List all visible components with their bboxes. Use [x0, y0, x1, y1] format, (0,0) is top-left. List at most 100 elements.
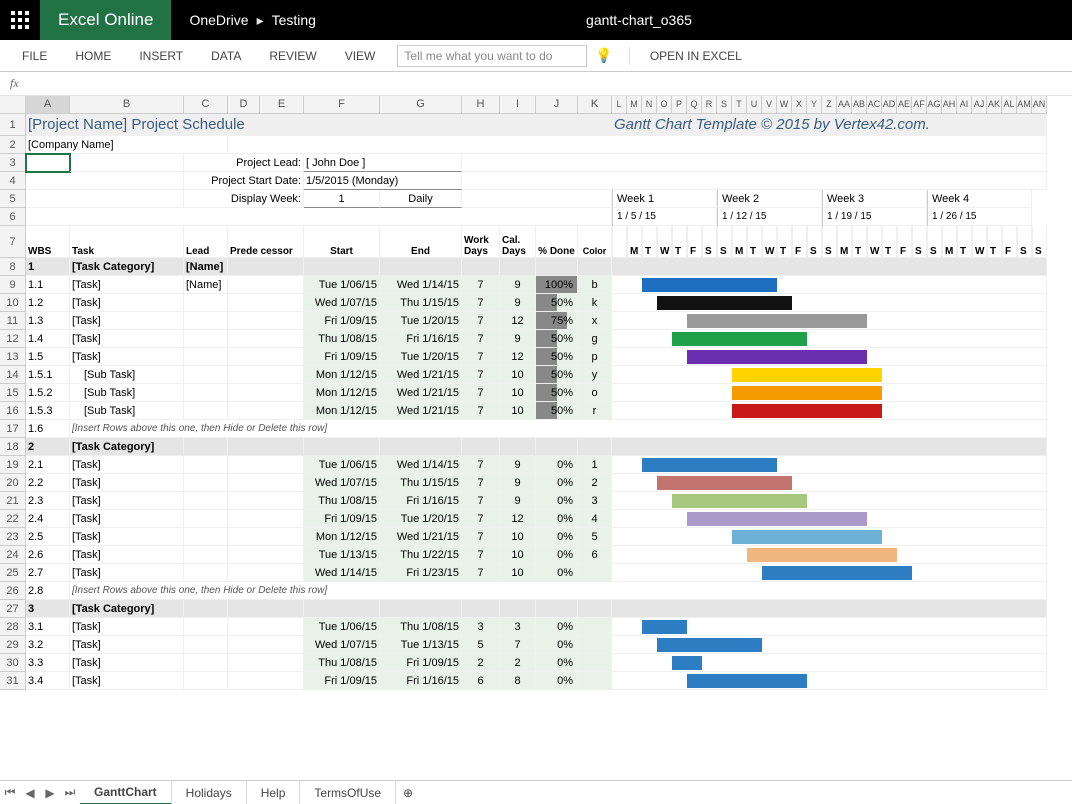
col-header-S[interactable]: S: [717, 96, 732, 114]
pct-done[interactable]: 50%: [536, 348, 578, 366]
col-header-AM[interactable]: AM: [1017, 96, 1032, 114]
pct-done[interactable]: 0%: [536, 528, 578, 546]
hdr-start[interactable]: Start: [304, 226, 380, 258]
col-header-Z[interactable]: Z: [822, 96, 837, 114]
hdr-color[interactable]: Color: [578, 226, 612, 258]
col-header-H[interactable]: H: [462, 96, 500, 114]
task-name[interactable]: [Sub Task]: [70, 402, 184, 420]
pct-done[interactable]: 0%: [536, 564, 578, 582]
col-header-AE[interactable]: AE: [897, 96, 912, 114]
ribbon-tab-review[interactable]: REVIEW: [255, 40, 330, 72]
sheet-nav-prev[interactable]: ◀: [20, 786, 40, 800]
col-header-A[interactable]: A: [26, 96, 70, 114]
pct-done[interactable]: 50%: [536, 402, 578, 420]
pct-done[interactable]: 0%: [536, 510, 578, 528]
week-date-4[interactable]: 1 / 26 / 15: [927, 208, 1032, 226]
row-header-12[interactable]: 12: [0, 330, 26, 348]
week-date-1[interactable]: 1 / 5 / 15: [612, 208, 717, 226]
col-header-AK[interactable]: AK: [987, 96, 1002, 114]
col-header-T[interactable]: T: [732, 96, 747, 114]
row-header-16[interactable]: 16: [0, 402, 26, 420]
col-header-AI[interactable]: AI: [957, 96, 972, 114]
hdr-wbs[interactable]: WBS: [26, 226, 70, 258]
ribbon-tab-view[interactable]: VIEW: [331, 40, 390, 72]
pct-done[interactable]: 0%: [536, 618, 578, 636]
file-name[interactable]: gantt-chart_o365: [316, 12, 962, 28]
template-copyright[interactable]: Gantt Chart Template © 2015 by Vertex42.…: [612, 114, 1047, 136]
row-header-21[interactable]: 21: [0, 492, 26, 510]
sheet-nav-next[interactable]: ▶: [40, 786, 60, 800]
row-header-2[interactable]: 2: [0, 136, 26, 154]
cell-area[interactable]: [Project Name] Project ScheduleGantt Cha…: [26, 114, 1047, 690]
company-name[interactable]: [Company Name]: [26, 136, 228, 154]
task-name[interactable]: [Task]: [70, 546, 184, 564]
col-header-U[interactable]: U: [747, 96, 762, 114]
value-display-mode[interactable]: Daily: [380, 190, 462, 208]
col-header-K[interactable]: K: [578, 96, 612, 114]
ribbon-tab-file[interactable]: FILE: [8, 40, 61, 72]
breadcrumb-folder[interactable]: Testing: [272, 12, 316, 28]
insert-row-note[interactable]: [Insert Rows above this one, then Hide o…: [70, 420, 1047, 438]
row-header-9[interactable]: 9: [0, 276, 26, 294]
row-header-27[interactable]: 27: [0, 600, 26, 618]
hdr-task[interactable]: Task: [70, 226, 184, 258]
row-header-26[interactable]: 26: [0, 582, 26, 600]
task-name[interactable]: [Task]: [70, 276, 184, 294]
pct-done[interactable]: 50%: [536, 366, 578, 384]
task-name[interactable]: [Task]: [70, 654, 184, 672]
pct-done[interactable]: 0%: [536, 474, 578, 492]
pct-done[interactable]: [536, 258, 578, 276]
col-header-AF[interactable]: AF: [912, 96, 927, 114]
row-header-8[interactable]: 8: [0, 258, 26, 276]
week-date-3[interactable]: 1 / 19 / 15: [822, 208, 927, 226]
pct-done[interactable]: 50%: [536, 384, 578, 402]
col-header-AG[interactable]: AG: [927, 96, 942, 114]
insert-row-note[interactable]: [Insert Rows above this one, then Hide o…: [70, 582, 1047, 600]
task-name[interactable]: [Task]: [70, 294, 184, 312]
row-header-23[interactable]: 23: [0, 528, 26, 546]
col-header-R[interactable]: R: [702, 96, 717, 114]
label-start-date[interactable]: Project Start Date:: [184, 172, 304, 190]
row-header-15[interactable]: 15: [0, 384, 26, 402]
col-header-Y[interactable]: Y: [807, 96, 822, 114]
row-header-22[interactable]: 22: [0, 510, 26, 528]
col-header-AC[interactable]: AC: [867, 96, 882, 114]
hdr-predecessor[interactable]: Prede cessor: [228, 226, 304, 258]
hdr-lead[interactable]: Lead: [184, 226, 228, 258]
value-project-lead[interactable]: [ John Doe ]: [304, 154, 462, 172]
task-name[interactable]: [Task Category]: [70, 258, 184, 276]
col-header-M[interactable]: M: [627, 96, 642, 114]
pct-done[interactable]: 0%: [536, 456, 578, 474]
value-start-date[interactable]: 1/5/2015 (Monday): [304, 172, 462, 190]
row-header-17[interactable]: 17: [0, 420, 26, 438]
col-header-V[interactable]: V: [762, 96, 777, 114]
row-header-5[interactable]: 5: [0, 190, 26, 208]
row-header-28[interactable]: 28: [0, 618, 26, 636]
sheet-tab-ganttchart[interactable]: GanttChart: [80, 781, 172, 804]
week-label-4[interactable]: Week 4: [927, 190, 1032, 208]
lightbulb-icon[interactable]: 💡: [595, 47, 612, 64]
row-header-4[interactable]: 4: [0, 172, 26, 190]
col-header-B[interactable]: B: [70, 96, 184, 114]
task-name[interactable]: [Task Category]: [70, 600, 184, 618]
hdr-cal-days[interactable]: Cal. Days: [500, 226, 536, 258]
pct-done[interactable]: 50%: [536, 330, 578, 348]
task-name[interactable]: [Task]: [70, 474, 184, 492]
project-title[interactable]: [Project Name] Project Schedule: [26, 114, 612, 136]
add-sheet-button[interactable]: ⊕: [396, 786, 420, 800]
pct-done[interactable]: [536, 438, 578, 456]
tell-me-search[interactable]: Tell me what you want to do: [397, 45, 587, 67]
row-header-30[interactable]: 30: [0, 654, 26, 672]
ribbon-tab-data[interactable]: DATA: [197, 40, 255, 72]
label-project-lead[interactable]: Project Lead:: [184, 154, 304, 172]
sheet-tab-termsofuse[interactable]: TermsOfUse: [300, 781, 396, 804]
breadcrumb-onedrive[interactable]: OneDrive: [189, 12, 248, 28]
row-header-1[interactable]: 1: [0, 114, 26, 136]
task-name[interactable]: [Task]: [70, 456, 184, 474]
pct-done[interactable]: 0%: [536, 636, 578, 654]
col-header-AA[interactable]: AA: [837, 96, 852, 114]
week-label-1[interactable]: Week 1: [612, 190, 717, 208]
row-header-14[interactable]: 14: [0, 366, 26, 384]
pct-done[interactable]: 0%: [536, 654, 578, 672]
ribbon-tab-insert[interactable]: INSERT: [125, 40, 197, 72]
